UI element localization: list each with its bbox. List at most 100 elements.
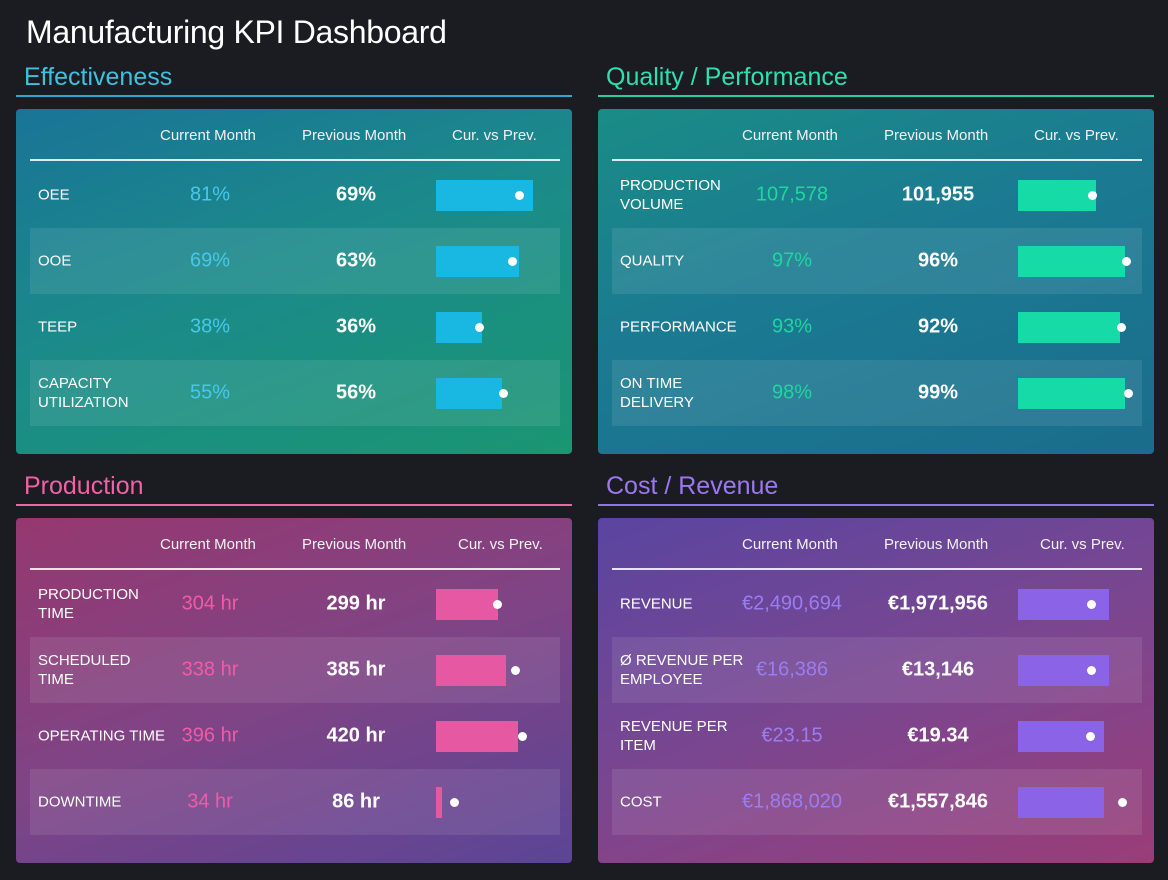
section-divider bbox=[16, 504, 572, 506]
table-header: Current Month Previous Month Cur. vs Pre… bbox=[30, 123, 560, 161]
table-header: Current Month Previous Month Cur. vs Pre… bbox=[612, 123, 1142, 161]
comparison-bar-chart bbox=[436, 787, 556, 818]
kpi-row: REVENUE €2,490,694 €1,971,956 bbox=[612, 571, 1142, 637]
comparison-bar-chart bbox=[436, 246, 556, 277]
header-cur-vs-prev: Cur. vs Prev. bbox=[1034, 127, 1119, 144]
current-month-value: €16,386 bbox=[755, 658, 829, 681]
previous-month-value: €1,971,956 bbox=[887, 592, 989, 615]
previous-month-marker bbox=[475, 323, 485, 332]
previous-month-value: 99% bbox=[917, 381, 959, 404]
kpi-label: CAPACITY UTILIZATION bbox=[38, 375, 129, 411]
current-month-value: €23.15 bbox=[761, 724, 823, 747]
header-previous-month: Previous Month bbox=[302, 536, 407, 553]
page-title: Manufacturing KPI Dashboard bbox=[26, 14, 447, 50]
comparison-bar-chart bbox=[436, 378, 556, 409]
comparison-bar-chart bbox=[436, 180, 556, 211]
kpi-panel-cost: Current Month Previous Month Cur. vs Pre… bbox=[598, 518, 1154, 863]
current-month-value: 396 hr bbox=[181, 724, 239, 747]
kpi-row: OOE 69% 63% bbox=[30, 228, 560, 294]
previous-month-marker bbox=[1117, 323, 1127, 332]
previous-month-marker bbox=[499, 389, 509, 398]
previous-month-value: 101,955 bbox=[901, 183, 975, 206]
comparison-bar-chart bbox=[1018, 655, 1138, 686]
comparison-bar-chart bbox=[436, 312, 556, 343]
header-current-month: Current Month bbox=[160, 127, 256, 144]
current-month-bar bbox=[436, 246, 519, 277]
kpi-label: REVENUE bbox=[620, 595, 693, 613]
kpi-row: CAPACITY UTILIZATION 55% 56% bbox=[30, 360, 560, 426]
section-cost: Cost / Revenue Current Month Previous Mo… bbox=[598, 471, 1154, 863]
current-month-value: 38% bbox=[189, 315, 231, 338]
comparison-bar-chart bbox=[1018, 312, 1138, 343]
previous-month-marker bbox=[511, 666, 521, 675]
header-current-month: Current Month bbox=[742, 127, 838, 144]
current-month-value: 304 hr bbox=[181, 592, 239, 615]
current-month-bar bbox=[436, 378, 502, 409]
kpi-label: OOE bbox=[38, 252, 72, 270]
previous-month-marker bbox=[514, 191, 524, 200]
current-month-bar bbox=[1018, 180, 1096, 211]
previous-month-marker bbox=[1122, 257, 1131, 266]
previous-month-marker bbox=[1124, 389, 1134, 398]
table-header: Current Month Previous Month Cur. vs Pre… bbox=[612, 532, 1142, 570]
current-month-bar bbox=[1018, 787, 1105, 818]
kpi-row: OEE 81% 69% bbox=[30, 162, 560, 228]
current-month-bar bbox=[436, 655, 506, 686]
comparison-bar-chart bbox=[436, 589, 556, 620]
comparison-bar-chart bbox=[1018, 721, 1138, 752]
previous-month-marker bbox=[493, 600, 503, 609]
kpi-row: OPERATING TIME 396 hr 420 hr bbox=[30, 703, 560, 769]
previous-month-marker bbox=[1118, 798, 1128, 807]
kpi-label: OEE bbox=[38, 186, 70, 204]
previous-month-value: 36% bbox=[335, 315, 377, 338]
section-divider bbox=[598, 504, 1154, 506]
previous-month-value: 69% bbox=[335, 183, 377, 206]
kpi-row: SCHEDULED TIME 338 hr 385 hr bbox=[30, 637, 560, 703]
section-divider bbox=[598, 95, 1154, 97]
section-production: Production Current Month Previous Month … bbox=[16, 471, 572, 863]
header-cur-vs-prev: Cur. vs Prev. bbox=[452, 127, 537, 144]
header-previous-month: Previous Month bbox=[302, 127, 407, 144]
header-previous-month: Previous Month bbox=[884, 536, 989, 553]
header-previous-month: Previous Month bbox=[884, 127, 989, 144]
previous-month-marker bbox=[1088, 191, 1098, 200]
comparison-bar-chart bbox=[436, 655, 556, 686]
previous-month-value: 299 hr bbox=[326, 592, 386, 615]
previous-month-value: 420 hr bbox=[326, 724, 386, 747]
kpi-row: DOWNTIME 34 hr 86 hr bbox=[30, 769, 560, 835]
kpi-row: PERFORMANCE 93% 92% bbox=[612, 294, 1142, 360]
section-title: Production bbox=[24, 472, 144, 500]
header-cur-vs-prev: Cur. vs Prev. bbox=[1040, 536, 1125, 553]
section-title: Effectiveness bbox=[24, 63, 173, 91]
current-month-value: 98% bbox=[771, 381, 813, 404]
current-month-value: 107,578 bbox=[755, 183, 829, 206]
previous-month-marker bbox=[507, 257, 517, 266]
kpi-label: TEEP bbox=[38, 318, 78, 336]
kpi-label: PRODUCTION VOLUME bbox=[620, 177, 721, 213]
table-header: Current Month Previous Month Cur. vs Pre… bbox=[30, 532, 560, 570]
comparison-bar-chart bbox=[1018, 246, 1138, 277]
kpi-label: PRODUCTION TIME bbox=[38, 586, 139, 622]
comparison-bar-chart bbox=[1018, 180, 1138, 211]
section-quality: Quality / Performance Current Month Prev… bbox=[598, 62, 1154, 454]
section-divider bbox=[16, 95, 572, 97]
current-month-value: 338 hr bbox=[181, 658, 239, 681]
previous-month-value: 56% bbox=[335, 381, 377, 404]
kpi-label: Ø REVENUE PER EMPLOYEE bbox=[620, 652, 744, 688]
current-month-bar bbox=[436, 589, 499, 620]
section-title: Cost / Revenue bbox=[606, 472, 779, 500]
current-month-bar bbox=[436, 721, 518, 752]
previous-month-marker bbox=[1086, 732, 1095, 741]
header-current-month: Current Month bbox=[742, 536, 838, 553]
comparison-bar-chart bbox=[1018, 378, 1138, 409]
current-month-value: 55% bbox=[189, 381, 231, 404]
current-month-bar bbox=[1018, 246, 1125, 277]
current-month-value: 93% bbox=[771, 315, 813, 338]
kpi-label: SCHEDULED TIME bbox=[38, 652, 131, 688]
kpi-row: QUALITY 97% 96% bbox=[612, 228, 1142, 294]
kpi-label: QUALITY bbox=[620, 252, 685, 270]
current-month-bar bbox=[436, 787, 442, 818]
kpi-label: PERFORMANCE bbox=[620, 318, 737, 336]
kpi-row: PRODUCTION VOLUME 107,578 101,955 bbox=[612, 162, 1142, 228]
previous-month-value: €19.34 bbox=[907, 724, 969, 747]
